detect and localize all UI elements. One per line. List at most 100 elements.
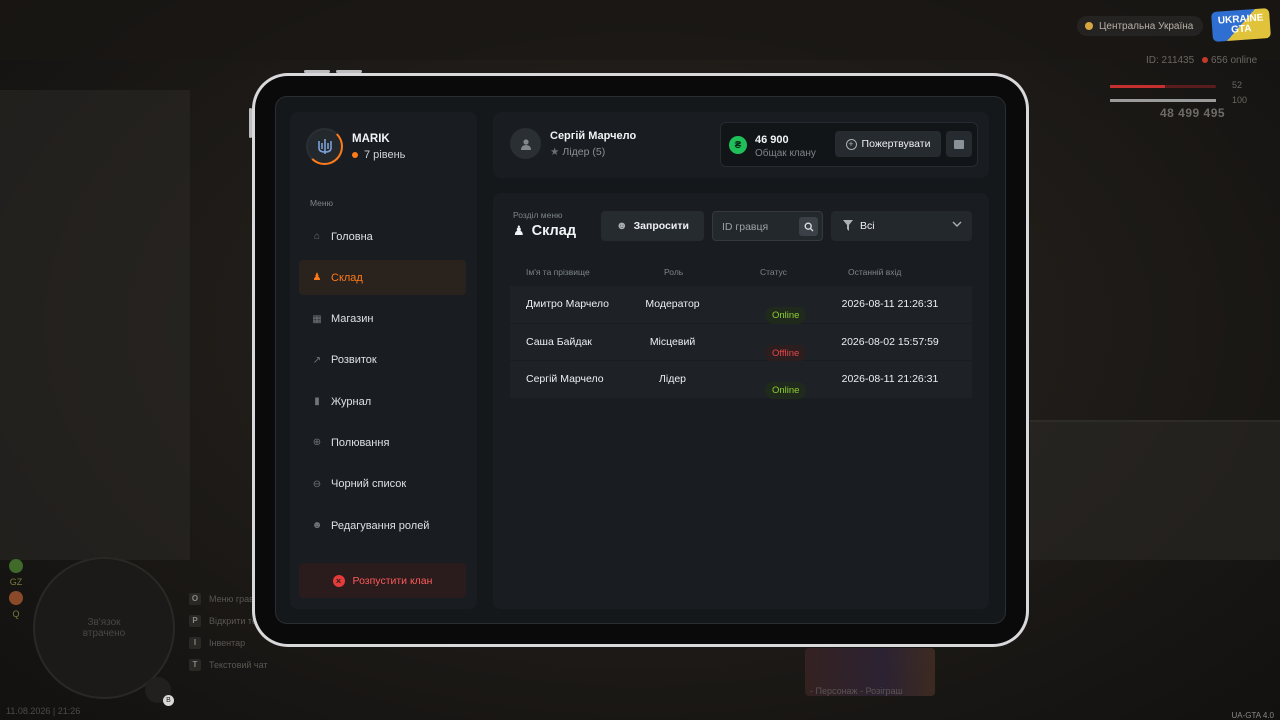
region-indicator: Центральна Україна	[1077, 16, 1204, 36]
mic-key: B	[163, 695, 174, 706]
table-row[interactable]: Дмитро Марчело Модератор Online 2026-08-…	[510, 286, 972, 324]
block-icon: ⊖	[312, 478, 322, 490]
chevron-down-icon	[952, 221, 962, 227]
sidebar-item-development[interactable]: ↗ Розвиток	[299, 343, 466, 378]
status-badge: Online	[765, 382, 807, 399]
column-header-status: Статус	[760, 267, 787, 277]
leader-role: ★ Лідер (5)	[550, 146, 636, 158]
table-row[interactable]: Сергій Марчело Лідер Online 2026-08-11 2…	[510, 361, 972, 399]
trident-icon	[317, 138, 332, 154]
donate-button[interactable]: + Пожертвувати	[835, 131, 941, 157]
minimap-text-2: втрачено	[82, 628, 126, 639]
hotkey-label: Інвентар	[209, 638, 246, 648]
sidebar-item-hunting[interactable]: ⊕ Полювання	[299, 425, 466, 460]
sidebar: MARIK 7 рівень Меню ⌂ Головна ♟ Склад ▦ Маг…	[290, 112, 477, 609]
hotkey-key: O	[189, 593, 201, 605]
status-icon	[9, 559, 23, 573]
scene-cabinet	[1030, 420, 1280, 560]
scene-wall	[0, 90, 190, 560]
minimap-text-1: Зв'язок	[87, 617, 121, 628]
player-id: ID: 211435	[1146, 55, 1195, 66]
menu-caption: Меню	[310, 198, 333, 208]
book-icon: ▮	[314, 396, 320, 408]
profile: MARIK 7 рівень	[306, 128, 405, 165]
region-label: Центральна Україна	[1099, 20, 1194, 32]
health-value: 52	[1232, 80, 1243, 90]
search-input[interactable]	[722, 219, 796, 235]
online-dot-icon	[1202, 57, 1208, 63]
hotkey-key: I	[189, 637, 201, 649]
members-section: Розділ меню ♟ Склад ☻ Запросити ID гравц…	[493, 193, 989, 609]
sidebar-item-members[interactable]: ♟ Склад	[299, 260, 466, 296]
sidebar-item-home[interactable]: ⌂ Головна	[299, 219, 466, 254]
sidebar-item-blacklist[interactable]: ⊖ Чорний список	[299, 467, 466, 502]
sidebar-item-journal[interactable]: ▮ Журнал	[299, 384, 466, 419]
disband-clan-button[interactable]: × Розпустити клан	[299, 563, 466, 598]
user-icon	[510, 128, 541, 159]
member-role: Модератор	[645, 298, 700, 310]
profile-level-label: 7 рівень	[364, 148, 406, 161]
section-title-label: Склад	[531, 223, 577, 239]
member-name: Сергій Марчело	[526, 373, 604, 385]
member-name: Саша Байдак	[526, 335, 592, 348]
hryvnia-icon: ₴	[729, 136, 747, 154]
sidebar-item-shop[interactable]: ▦ Магазин	[299, 302, 466, 337]
status-filter-dropdown[interactable]: Всі	[831, 211, 972, 241]
sidebar-item-label: Редагування ролей	[331, 519, 430, 532]
player-search	[712, 211, 823, 241]
server-logo: UKRAINE GTA	[1211, 8, 1271, 42]
star-icon: ★	[550, 145, 560, 158]
close-icon: ×	[332, 574, 345, 587]
search-icon	[804, 222, 813, 231]
column-header-last-login: Останній вхід	[848, 267, 902, 277]
health-bar	[1110, 85, 1216, 88]
box-icon	[954, 139, 964, 149]
invite-button[interactable]: ☻ Запросити	[601, 211, 704, 241]
sidebar-menu: ⌂ Головна ♟ Склад ▦ Магазин ↗ Розвиток ▮ Журн…	[299, 219, 466, 549]
shop-icon: ▦	[312, 313, 322, 325]
leader-name: Сергій Марчело	[550, 129, 637, 142]
member-last-login: 2026-08-11 21:26:31	[841, 298, 939, 310]
chart-icon: ↗	[312, 354, 322, 366]
date-time: 11.08.2026 | 21:26	[6, 706, 81, 716]
sidebar-item-label: Журнал	[331, 395, 372, 408]
clan-fund: ₴ 46 900 Общак клану + Пожертвувати	[720, 122, 978, 167]
donate-label: Пожертвувати	[861, 138, 931, 150]
fund-label: Общак клану	[755, 148, 816, 159]
member-last-login: 2026-08-11 21:26:31	[841, 373, 939, 385]
tablet-button	[336, 70, 362, 73]
armor-bar	[1110, 99, 1216, 102]
filter-value: Всі	[860, 220, 875, 232]
online-count-label: 656 online	[1211, 55, 1258, 66]
armor-bar-fill	[1110, 99, 1216, 102]
status-badge: Offline	[765, 344, 807, 362]
members-icon: ♟	[312, 272, 322, 284]
cash-amount: 48 499 495	[1160, 106, 1226, 120]
region-icon	[1085, 22, 1093, 30]
game-version: UA-GTA 4.0	[1231, 711, 1274, 720]
table-row[interactable]: Саша Байдак Місцевий Offline 2026-08-02 …	[510, 323, 972, 362]
sidebar-item-roles[interactable]: ☻ Редагування ролей	[299, 508, 466, 543]
tablet-frame: MARIK 7 рівень Меню ⌂ Головна ♟ Склад ▦ Маг…	[249, 70, 1029, 647]
clan-panel: MARIK 7 рівень Меню ⌂ Головна ♟ Склад ▦ Маг…	[275, 96, 1006, 624]
tablet-side-button	[249, 108, 252, 138]
sidebar-item-label: Головна	[331, 230, 373, 243]
crosshair-icon: ⊕	[312, 437, 322, 449]
tablet-bezel: MARIK 7 рівень Меню ⌂ Головна ♟ Склад ▦ Маг…	[255, 76, 1026, 644]
tablet-button	[304, 70, 330, 73]
storage-button[interactable]	[946, 131, 972, 157]
plus-circle-icon: +	[845, 138, 857, 150]
disband-label: Розпустити клан	[352, 574, 433, 587]
members-icon: ♟	[513, 223, 525, 238]
add-user-icon: ☻	[616, 220, 628, 232]
map-status-icons: GZ Q	[9, 559, 23, 619]
hotkey-hint: T Текстовий чат	[189, 654, 284, 676]
map-letter-q: Q	[12, 609, 20, 619]
health-bar-fill	[1110, 85, 1166, 88]
profile-level: 7 рівень	[352, 149, 405, 161]
column-header-name: Ім'я та прізвище	[526, 267, 590, 277]
sidebar-item-label: Магазин	[331, 313, 374, 326]
status-badge: Online	[765, 307, 807, 324]
online-count: 656 online	[1202, 55, 1257, 66]
search-button[interactable]	[799, 217, 818, 236]
